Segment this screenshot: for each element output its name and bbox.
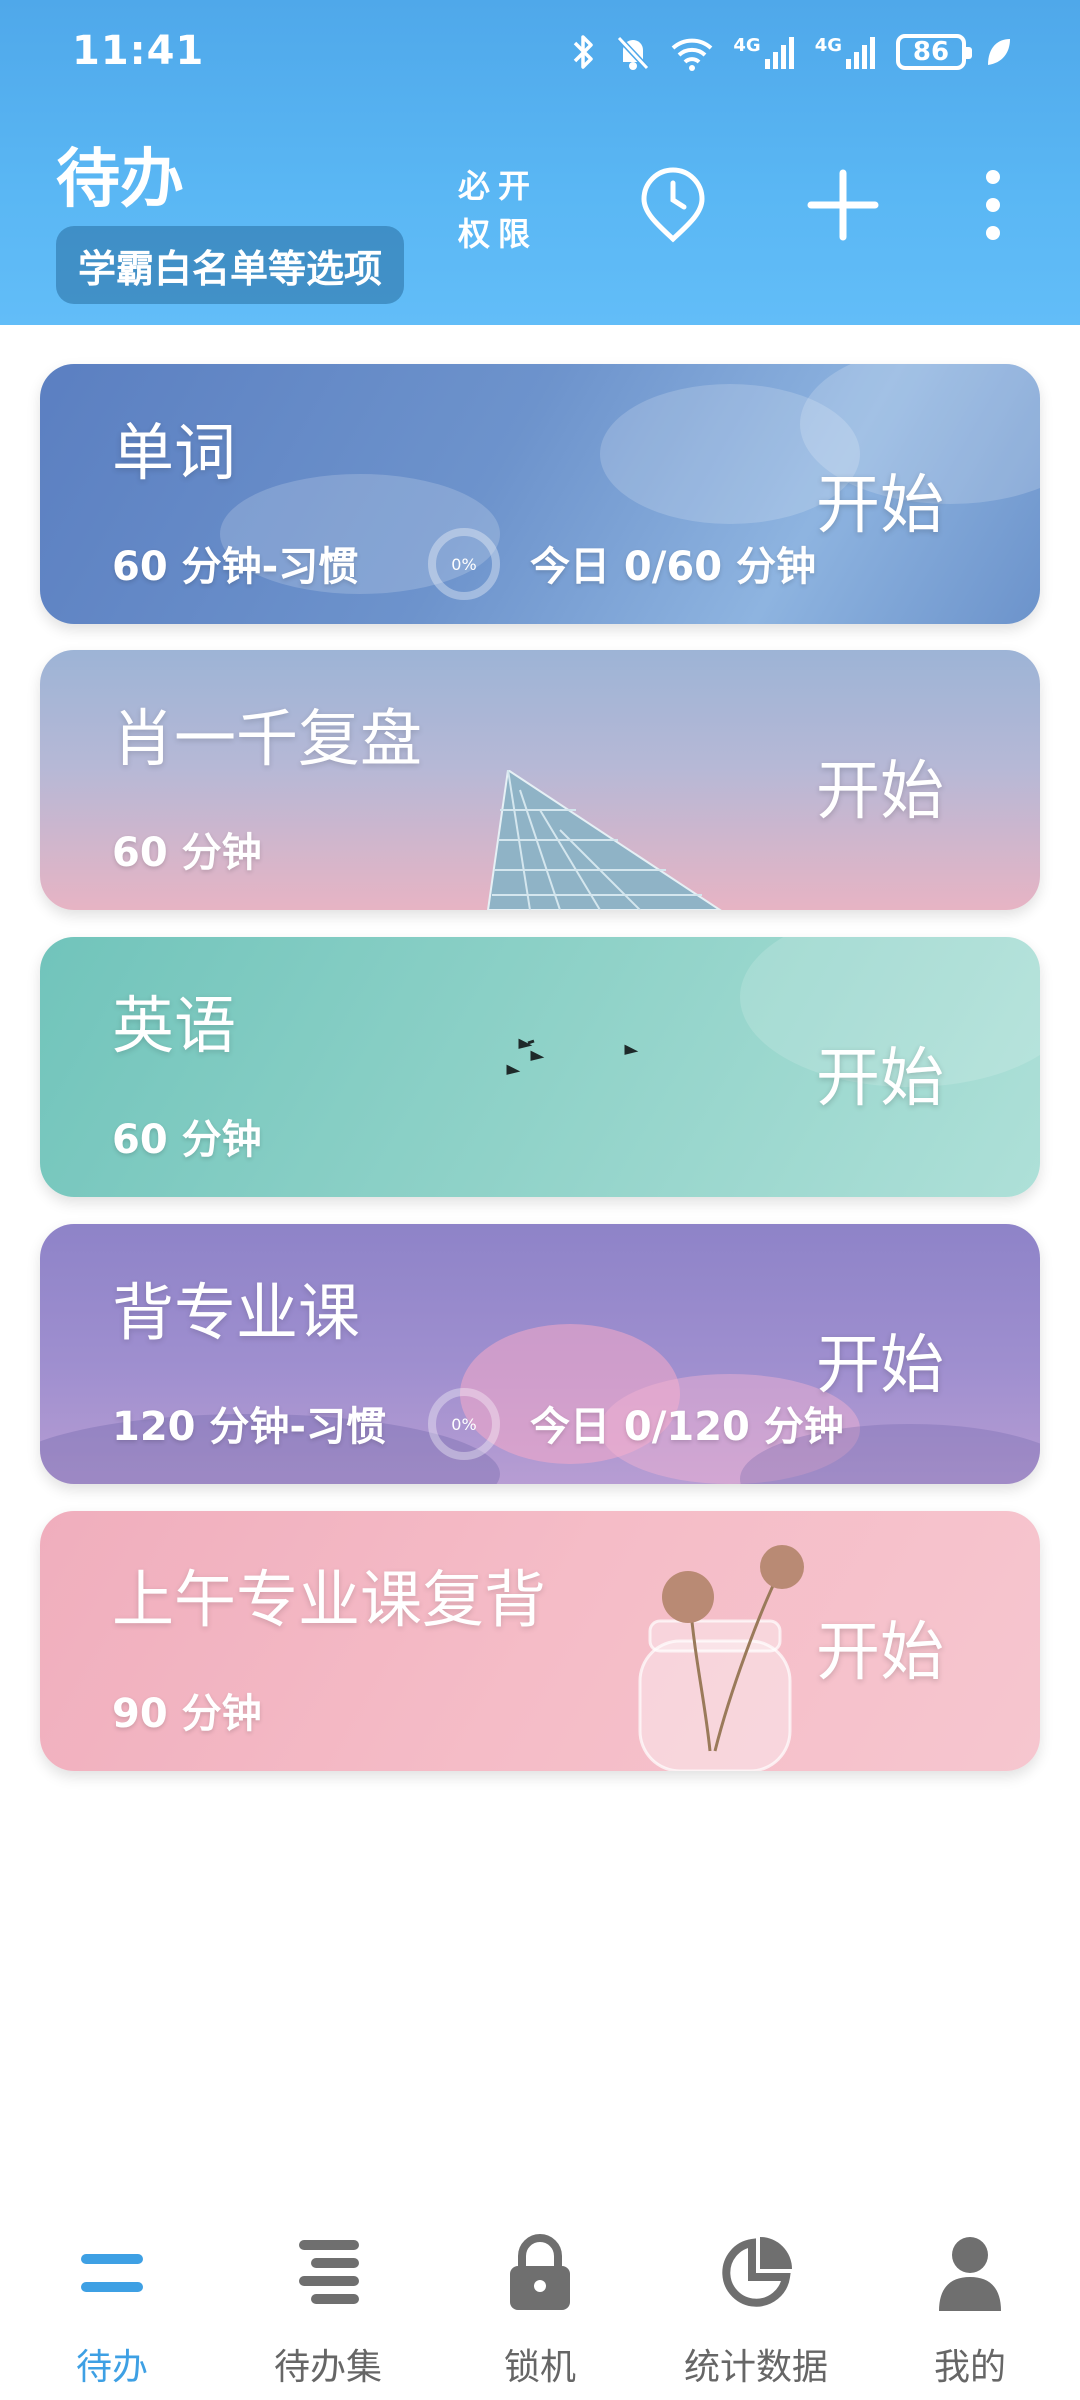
status-bar: 11:41 4G 4G 86: [0, 0, 1080, 105]
today-progress: 今日 0/120 分钟: [530, 1404, 844, 1450]
start-button[interactable]: 开始: [816, 740, 944, 832]
clock-icon[interactable]: [628, 160, 718, 250]
nav-label: 待办: [75, 2347, 148, 2388]
task-duration: 120 分钟-习惯: [112, 1404, 387, 1450]
task-title: 单词: [112, 416, 237, 489]
nav-tab-lock[interactable]: 锁机: [432, 2228, 648, 2398]
task-card[interactable]: 单词 60 分钟-习惯 0% 今日 0/60 分钟 开始: [40, 364, 1040, 624]
network-type-2: 4G: [814, 35, 842, 56]
cell-signal-2-icon: 4G: [815, 35, 878, 69]
task-card[interactable]: 英语 60 分钟 开始: [40, 937, 1040, 1197]
task-card[interactable]: 上午专业课复背 90 分钟 开始: [40, 1511, 1040, 1771]
task-duration: 90 分钟: [112, 1691, 262, 1737]
progress-ring: 0%: [428, 1388, 500, 1460]
task-duration: 60 分钟-习惯: [112, 544, 359, 590]
status-time: 11:41: [72, 28, 205, 74]
nav-label: 待办集: [273, 2347, 382, 2388]
plus-icon[interactable]: [798, 160, 888, 250]
progress-label: 0%: [451, 554, 477, 574]
bottom-navigation: 待办 待办集 锁机 统计数据 我的: [0, 2200, 1080, 2400]
wifi-icon: [669, 32, 715, 72]
whitelist-options-button[interactable]: 学霸白名单等选项: [56, 226, 405, 304]
task-duration: 60 分钟: [112, 1117, 262, 1163]
battery-level: 86: [912, 37, 950, 67]
nav-label: 我的: [933, 2347, 1006, 2388]
status-icons: 4G 4G 86: [571, 28, 1012, 76]
pie-chart-icon: [711, 2228, 801, 2318]
today-progress: 今日 0/60 分钟: [530, 544, 816, 590]
user-icon: [925, 2228, 1015, 2318]
nav-tab-statistics[interactable]: 统计数据: [648, 2228, 864, 2398]
leaf-icon: [984, 35, 1012, 69]
start-button[interactable]: 开始: [816, 1601, 944, 1693]
start-button[interactable]: 开始: [816, 454, 944, 546]
start-button[interactable]: 开始: [816, 1314, 944, 1406]
progress-ring: 0%: [428, 528, 500, 600]
task-title: 英语: [112, 989, 237, 1062]
task-card[interactable]: 背专业课 120 分钟-习惯 0% 今日 0/120 分钟 开始: [40, 1224, 1040, 1484]
task-duration: 60 分钟: [112, 830, 262, 876]
network-type-1: 4G: [733, 35, 761, 56]
page-title: 待办: [56, 143, 184, 217]
permission-line-2: 权限: [458, 215, 539, 253]
nav-tab-todo[interactable]: 待办: [4, 2228, 220, 2398]
start-button[interactable]: 开始: [816, 1027, 944, 1119]
task-title: 上午专业课复背: [112, 1563, 547, 1636]
lock-icon: [495, 2228, 585, 2318]
battery-icon: 86: [896, 34, 972, 70]
more-vertical-icon[interactable]: [948, 160, 1038, 250]
required-permissions-button[interactable]: 必开 权限: [458, 162, 538, 258]
todo-set-icon: [283, 2228, 373, 2318]
task-title: 背专业课: [112, 1276, 361, 1349]
progress-label: 0%: [451, 1414, 477, 1434]
mute-bell-icon: [615, 32, 651, 72]
birds-image: [480, 1037, 660, 1101]
task-card[interactable]: 肖一千复盘 60 分钟 开始: [40, 650, 1040, 910]
todo-icon: [67, 2228, 157, 2318]
task-title: 肖一千复盘: [112, 702, 423, 775]
nav-label: 统计数据: [683, 2347, 828, 2388]
nav-label: 锁机: [503, 2347, 576, 2388]
permission-line-1: 必开: [458, 167, 539, 205]
nav-tab-profile[interactable]: 我的: [862, 2228, 1078, 2398]
bluetooth-icon: [571, 32, 597, 72]
cell-signal-1-icon: 4G: [733, 35, 796, 69]
app-header: 11:41 4G 4G 86 待办 学霸白名单等选项 必开 权限: [0, 0, 1080, 325]
nav-tab-todo-set[interactable]: 待办集: [220, 2228, 436, 2398]
